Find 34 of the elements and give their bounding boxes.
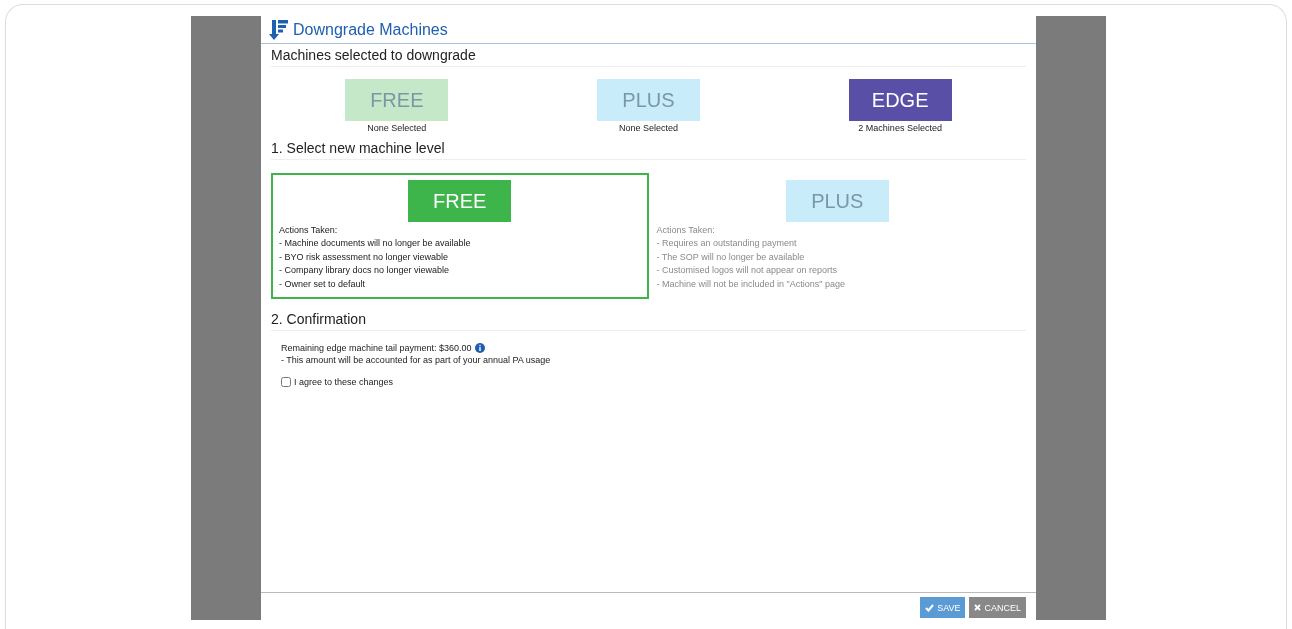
action-item: - Owner set to default xyxy=(279,277,367,291)
info-icon[interactable] xyxy=(474,343,485,354)
action-item: - Customised logos will not appear on reports xyxy=(656,264,839,278)
section-heading: Machines selected to downgrade xyxy=(271,44,1026,67)
agree-label: I agree to these changes xyxy=(294,377,394,388)
action-item: - The SOP will no longer be available xyxy=(656,250,806,264)
level-option-card[interactable]: FREE Actions Taken: - Machine documents will no longer be available - BYO risk assessment no longer viewable - Company library docs no longer viewable - Owner set to default xyxy=(271,173,649,300)
section-heading: 1. Select new machine level xyxy=(271,137,1026,160)
plan-badge: PLUS xyxy=(597,79,700,121)
plan-badge: FREE xyxy=(345,79,449,121)
agree-checkbox[interactable] xyxy=(281,377,291,388)
check-icon xyxy=(925,603,935,612)
level-option-card[interactable]: PLUS Actions Taken: - Requires an outstanding payment - The SOP will no longer be available - Customised logos will not appear on reports - Machine will not be included in "Actions" page xyxy=(648,173,1026,300)
actions-title: Actions Taken: xyxy=(279,224,339,237)
section-heading: 2. Confirmation xyxy=(271,308,1026,332)
actions-title: Actions Taken: xyxy=(656,224,716,237)
action-item: - BYO risk assessment no longer viewable xyxy=(279,250,450,264)
downgrade-logo-icon xyxy=(269,19,289,41)
close-icon xyxy=(974,604,982,611)
plan-badge: FREE xyxy=(408,180,512,222)
action-item: - Company library docs no longer viewable xyxy=(279,264,451,278)
plan-badge: EDGE xyxy=(848,79,952,121)
save-button[interactable]: SAVE xyxy=(920,597,966,618)
cancel-button[interactable]: CANCEL xyxy=(969,597,1026,618)
action-item: - Machine will not be included in "Actions" page xyxy=(656,277,846,291)
action-item: - Requires an outstanding payment xyxy=(656,237,798,251)
tile-caption: None Selected xyxy=(367,123,427,133)
plan-badge: PLUS xyxy=(785,180,889,222)
dialog-title: Downgrade Machines xyxy=(293,21,448,39)
payment-text: Remaining edge machine tail payment: $360.00 xyxy=(281,343,472,354)
payment-note: - This amount will be accounted for as part of your annual PA usage xyxy=(281,355,552,366)
action-item: - Machine documents will no longer be available xyxy=(279,237,472,251)
tile-caption: None Selected xyxy=(618,123,678,133)
tile-caption: 2 Machines Selected xyxy=(858,123,942,133)
